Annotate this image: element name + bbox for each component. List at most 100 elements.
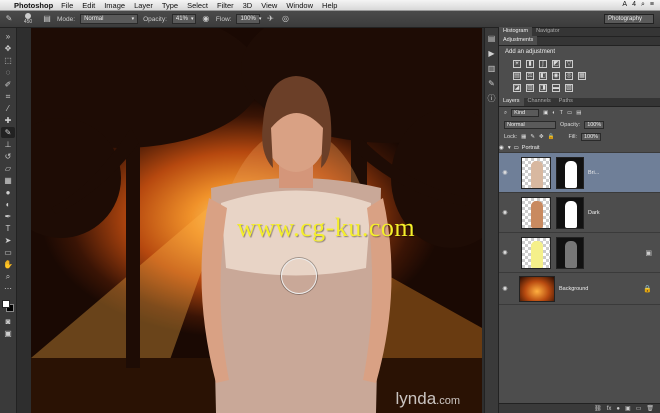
- color-lookup-icon[interactable]: ▦: [578, 72, 586, 80]
- collapse-tools-icon[interactable]: »: [1, 31, 15, 42]
- workspace-switcher[interactable]: Photography: [604, 14, 654, 24]
- layer-name[interactable]: Background: [559, 286, 588, 292]
- pen-tool-icon[interactable]: ✒: [1, 211, 15, 222]
- link-icon[interactable]: ⛓: [594, 405, 602, 412]
- quick-mask-icon[interactable]: ◙: [1, 316, 15, 327]
- brush-tool-icon[interactable]: ✎: [4, 14, 14, 24]
- menu-view[interactable]: View: [261, 1, 277, 10]
- history-panel-icon[interactable]: ▤: [486, 33, 497, 44]
- menu-edit[interactable]: Edit: [82, 1, 95, 10]
- layer-row[interactable]: ◉ ▣: [499, 233, 660, 273]
- invert-icon[interactable]: ◪: [513, 84, 521, 92]
- menu-help[interactable]: Help: [322, 1, 337, 10]
- properties-panel-icon[interactable]: ▥: [486, 63, 497, 74]
- new-adjustment-icon[interactable]: ▣: [625, 405, 631, 412]
- tab-layers[interactable]: Layers: [499, 97, 524, 106]
- lock-position-icon[interactable]: ✥: [539, 134, 544, 140]
- tab-navigator[interactable]: Navigator: [532, 27, 564, 36]
- layer-group-row[interactable]: ◉ ▾ ▭ Portrait: [499, 143, 660, 153]
- selective-color-icon[interactable]: ▧: [565, 84, 573, 92]
- layer-mask-thumbnail[interactable]: [556, 156, 584, 189]
- dodge-tool-icon[interactable]: ◐: [1, 199, 15, 210]
- layer-mask-thumbnail[interactable]: [556, 236, 584, 269]
- color-balance-icon[interactable]: ⚖: [526, 72, 534, 80]
- menu-window[interactable]: Window: [286, 1, 313, 10]
- visibility-eye-icon[interactable]: ◉: [499, 285, 511, 292]
- visibility-eye-icon[interactable]: ◉: [499, 145, 504, 151]
- visibility-eye-icon[interactable]: ◉: [499, 169, 511, 176]
- type-tool-icon[interactable]: T: [1, 223, 15, 234]
- visibility-eye-icon[interactable]: ◉: [499, 249, 511, 256]
- filter-type-icon[interactable]: T: [560, 110, 563, 116]
- shape-tool-icon[interactable]: ▭: [1, 247, 15, 258]
- spotlight-icon[interactable]: ⌕: [641, 1, 645, 9]
- lock-all-icon[interactable]: 🔒: [548, 134, 555, 140]
- add-mask-icon[interactable]: ●: [616, 406, 620, 412]
- tab-adjustments[interactable]: Adjustments: [499, 36, 538, 45]
- stamp-tool-icon[interactable]: ⊥: [1, 139, 15, 150]
- brightness-icon[interactable]: ☀: [513, 60, 521, 68]
- menu-layer[interactable]: Layer: [134, 1, 153, 10]
- actions-panel-icon[interactable]: ▶: [486, 48, 497, 59]
- brush-panel-icon[interactable]: ▤: [42, 14, 52, 24]
- pressure-size-icon[interactable]: ◎: [280, 14, 290, 24]
- visibility-eye-icon[interactable]: ◉: [499, 209, 511, 216]
- airbrush-icon[interactable]: ✈: [265, 14, 275, 24]
- exposure-icon[interactable]: ◩: [552, 60, 560, 68]
- list-icon[interactable]: ≡: [650, 1, 654, 9]
- tab-paths[interactable]: Paths: [555, 97, 577, 106]
- photo-filter-icon[interactable]: ◉: [552, 72, 560, 80]
- threshold-icon[interactable]: ◨: [539, 84, 547, 92]
- blend-mode-select[interactable]: Normal: [504, 121, 556, 129]
- zoom-tool-icon[interactable]: ⌕: [1, 271, 15, 282]
- quick-select-tool-icon[interactable]: ✐: [1, 79, 15, 90]
- more-tools-icon[interactable]: ⋯: [1, 283, 15, 294]
- kind-filter-select[interactable]: Kind: [511, 109, 540, 117]
- layer-opacity-field[interactable]: 100%: [584, 121, 605, 129]
- info-panel-icon[interactable]: ⓘ: [486, 93, 497, 104]
- eraser-tool-icon[interactable]: ▱: [1, 163, 15, 174]
- menu-select[interactable]: Select: [187, 1, 208, 10]
- eyedropper-tool-icon[interactable]: ⁄: [1, 103, 15, 114]
- disclosure-triangle-icon[interactable]: ▾: [508, 145, 511, 151]
- hue-saturation-icon[interactable]: ▤: [513, 72, 521, 80]
- menu-image[interactable]: Image: [104, 1, 125, 10]
- black-white-icon[interactable]: ◧: [539, 72, 547, 80]
- fill-field[interactable]: 100%: [581, 133, 602, 141]
- menu-file[interactable]: File: [61, 1, 73, 10]
- vibrance-icon[interactable]: ▽: [565, 60, 573, 68]
- move-tool-icon[interactable]: ✥: [1, 43, 15, 54]
- filter-adjustment-icon[interactable]: ◐: [552, 110, 555, 116]
- menu-filter[interactable]: Filter: [217, 1, 234, 10]
- lasso-tool-icon[interactable]: ◌: [1, 67, 15, 78]
- lock-pixels-icon[interactable]: ✎: [530, 134, 535, 140]
- status-adobe-icon[interactable]: A: [622, 1, 627, 9]
- levels-icon[interactable]: ▮: [526, 60, 534, 68]
- blur-tool-icon[interactable]: ●: [1, 187, 15, 198]
- opacity-field[interactable]: 41% ▾: [171, 14, 196, 24]
- healing-tool-icon[interactable]: ✚: [1, 115, 15, 126]
- filter-smart-icon[interactable]: ▤: [576, 110, 581, 116]
- posterize-icon[interactable]: ▥: [526, 84, 534, 92]
- path-select-tool-icon[interactable]: ➤: [1, 235, 15, 246]
- gradient-map-icon[interactable]: ▬: [552, 84, 560, 92]
- menu-type[interactable]: Type: [162, 1, 178, 10]
- tab-channels[interactable]: Channels: [524, 97, 555, 106]
- fx-icon[interactable]: fx: [607, 406, 612, 412]
- layer-row[interactable]: ◉ Bri...: [499, 153, 660, 193]
- lock-transparency-icon[interactable]: ▦: [521, 134, 526, 140]
- app-menu[interactable]: Photoshop: [14, 1, 53, 10]
- flow-field[interactable]: 100% ▾: [236, 14, 261, 24]
- color-swatches[interactable]: [1, 299, 15, 315]
- menu-3d[interactable]: 3D: [243, 1, 253, 10]
- brush-presets-icon[interactable]: ✎: [486, 78, 497, 89]
- filter-pixel-icon[interactable]: ▣: [543, 110, 548, 116]
- foreground-color[interactable]: [2, 300, 10, 308]
- hand-tool-icon[interactable]: ✋: [1, 259, 15, 270]
- brush-preset-picker[interactable]: 450: [19, 12, 37, 26]
- layer-row[interactable]: ◉ Dark: [499, 193, 660, 233]
- mode-select[interactable]: Normal ▾: [80, 14, 139, 24]
- layer-mask-thumbnail[interactable]: [556, 196, 584, 229]
- document-canvas[interactable]: www.cg-ku.com lynda.com: [31, 28, 482, 413]
- gradient-tool-icon[interactable]: ▦: [1, 175, 15, 186]
